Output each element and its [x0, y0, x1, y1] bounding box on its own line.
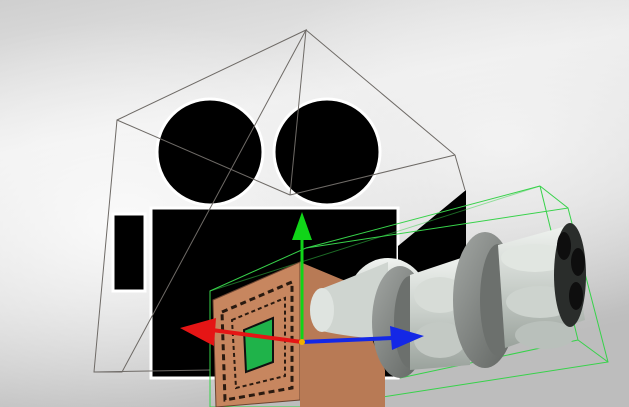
gizmo-center-handle[interactable]	[299, 339, 305, 345]
3d-viewport[interactable]	[0, 0, 629, 407]
